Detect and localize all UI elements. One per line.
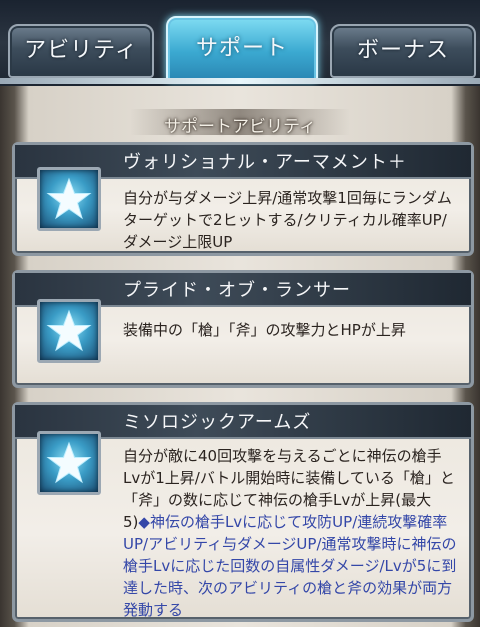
ability-card-1[interactable]: ヴォリショナル・アーマメント＋ 自分が与ダメージ上昇/通常攻撃1回毎にランダムタ… [12, 142, 474, 256]
ability-description: 自分が与ダメージ上昇/通常攻撃1回毎にランダムターゲットで2ヒットする/クリティ… [123, 189, 452, 251]
ability-description: 装備中の「槍」「斧」の攻撃力とHPが上昇 [123, 321, 406, 339]
star-icon [37, 431, 101, 495]
ability-name: ヴォリショナル・アーマメント＋ [123, 152, 407, 173]
ability-description-note: ◆神伝の槍手Lvに応じて攻防UP/連続攻撃確率UP/アビリティ与ダメージUP/通… [123, 513, 457, 619]
ability-description: 自分が敵に40回攻撃を与えるごとに神伝の槍手Lvが1上昇/バトル開始時に装備して… [123, 445, 457, 621]
tab-abilities[interactable]: アビリティ [8, 24, 154, 78]
ability-card-3[interactable]: ミソロジックアームズ 自分が敵に40回攻撃を与えるごとに神伝の槍手Lvが1上昇/… [12, 402, 474, 622]
ability-name: ミソロジックアームズ [123, 412, 312, 433]
tab-bonus[interactable]: ボーナス [330, 24, 476, 78]
ability-name: プライド・オブ・ランサー [123, 280, 351, 301]
star-icon [37, 167, 101, 231]
section-title: サポートアビリティ [164, 117, 316, 137]
tab-support[interactable]: サポート [166, 16, 318, 82]
tab-underline [0, 78, 480, 84]
ability-card-2[interactable]: プライド・オブ・ランサー 装備中の「槍」「斧」の攻撃力とHPが上昇 [12, 270, 474, 388]
star-icon [37, 299, 101, 363]
